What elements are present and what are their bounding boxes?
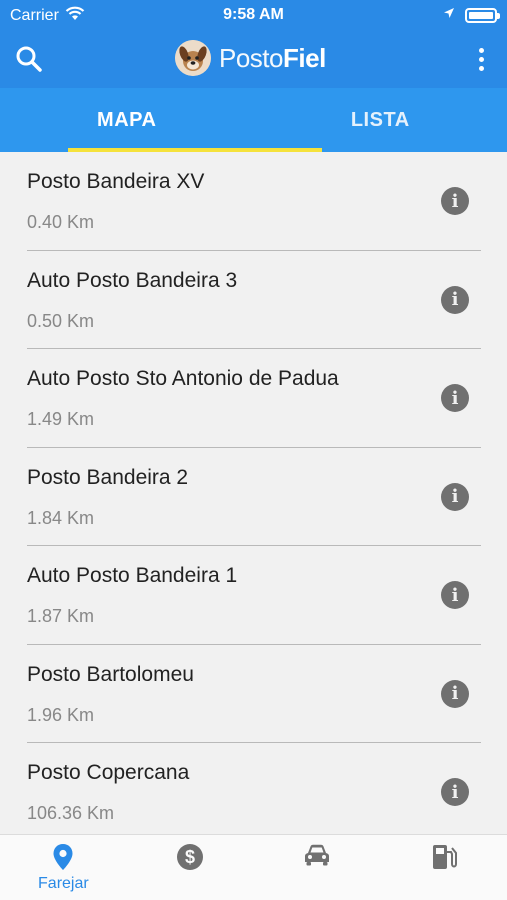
station-name: Auto Posto Bandeira 1 bbox=[27, 564, 238, 587]
station-distance: 1.96 Km bbox=[27, 704, 95, 725]
station-distance: 1.87 Km bbox=[27, 606, 95, 626]
bottom-nav: Farejar $ bbox=[0, 834, 507, 900]
list-item[interactable]: Posto Copercana 106.36 Km i bbox=[27, 743, 481, 834]
car-icon bbox=[304, 844, 329, 866]
map-pin-icon bbox=[53, 844, 73, 870]
tab-mapa[interactable]: MAPA bbox=[0, 88, 322, 152]
tab-lista[interactable]: LISTA bbox=[254, 88, 507, 152]
station-distance: 106.36 Km bbox=[27, 803, 115, 823]
app-brand: PostoFiel bbox=[175, 40, 326, 76]
app-title: PostoFiel bbox=[219, 43, 326, 74]
info-icon[interactable]: i bbox=[441, 581, 469, 609]
station-distance: 0.50 Km bbox=[27, 310, 95, 331]
info-icon[interactable]: i bbox=[441, 778, 469, 806]
battery-icon bbox=[465, 7, 500, 23]
nav-farejar[interactable]: Farejar bbox=[0, 835, 127, 900]
list-item[interactable]: Auto Posto Bandeira 3 0.50 Km i bbox=[27, 251, 481, 349]
info-icon[interactable]: i bbox=[441, 679, 469, 708]
station-list: Posto Bandeira XV 0.40 Km i Auto Posto B… bbox=[0, 152, 507, 834]
more-dot bbox=[478, 65, 484, 71]
tab-bar: MAPA LISTA bbox=[0, 88, 507, 152]
search-button[interactable] bbox=[12, 42, 46, 76]
list-item[interactable]: Auto Posto Sto Antonio de Padua 1.49 Km … bbox=[27, 349, 481, 448]
status-bar: Carrier 9:58 AM bbox=[0, 0, 507, 32]
tab-mapa-label: MAPA bbox=[97, 108, 157, 131]
station-distance: 1.49 Km bbox=[27, 409, 95, 429]
station-distance: 1.84 Km bbox=[27, 507, 95, 528]
list-item[interactable]: Posto Bandeira XV 0.40 Km i bbox=[27, 152, 481, 251]
station-name: Auto Posto Bandeira 3 bbox=[27, 268, 238, 292]
more-options-button[interactable] bbox=[469, 44, 493, 74]
nav-farejar-label: Farejar bbox=[38, 875, 89, 892]
search-icon bbox=[16, 46, 42, 72]
info-icon[interactable]: i bbox=[441, 285, 469, 314]
station-name: Posto Copercana bbox=[27, 761, 190, 784]
clock: 9:58 AM bbox=[223, 6, 284, 23]
status-right bbox=[443, 6, 500, 24]
nav-vehicles[interactable] bbox=[254, 835, 381, 900]
location-arrow-icon bbox=[443, 6, 455, 24]
app-bar: PostoFiel bbox=[0, 32, 507, 88]
dollar-icon: $ bbox=[177, 844, 204, 870]
fuel-pump-icon bbox=[432, 845, 457, 869]
station-distance: 0.40 Km bbox=[27, 212, 95, 232]
list-item[interactable]: Posto Bandeira 2 1.84 Km i bbox=[27, 448, 481, 546]
station-name: Auto Posto Sto Antonio de Padua bbox=[27, 367, 339, 390]
svg-text:$: $ bbox=[185, 847, 195, 867]
station-name: Posto Bandeira 2 bbox=[27, 465, 189, 489]
info-icon[interactable]: i bbox=[441, 384, 469, 412]
more-dot bbox=[478, 47, 484, 53]
app-title-bold: Fiel bbox=[283, 42, 326, 73]
dog-logo-icon bbox=[175, 40, 211, 76]
nav-fuel[interactable] bbox=[380, 835, 507, 900]
list-item[interactable]: Auto Posto Bandeira 1 1.87 Km i bbox=[27, 546, 481, 645]
list-item[interactable]: Posto Bartolomeu 1.96 Km i bbox=[27, 645, 481, 743]
app-title-light: Posto bbox=[219, 42, 284, 73]
station-name: Posto Bandeira XV bbox=[27, 170, 205, 193]
tab-lista-label: LISTA bbox=[350, 108, 410, 131]
info-icon[interactable]: i bbox=[441, 187, 469, 215]
info-icon[interactable]: i bbox=[441, 482, 469, 511]
station-name: Posto Bartolomeu bbox=[27, 662, 194, 686]
nav-prices[interactable]: $ bbox=[127, 835, 254, 900]
more-dot bbox=[478, 56, 484, 62]
